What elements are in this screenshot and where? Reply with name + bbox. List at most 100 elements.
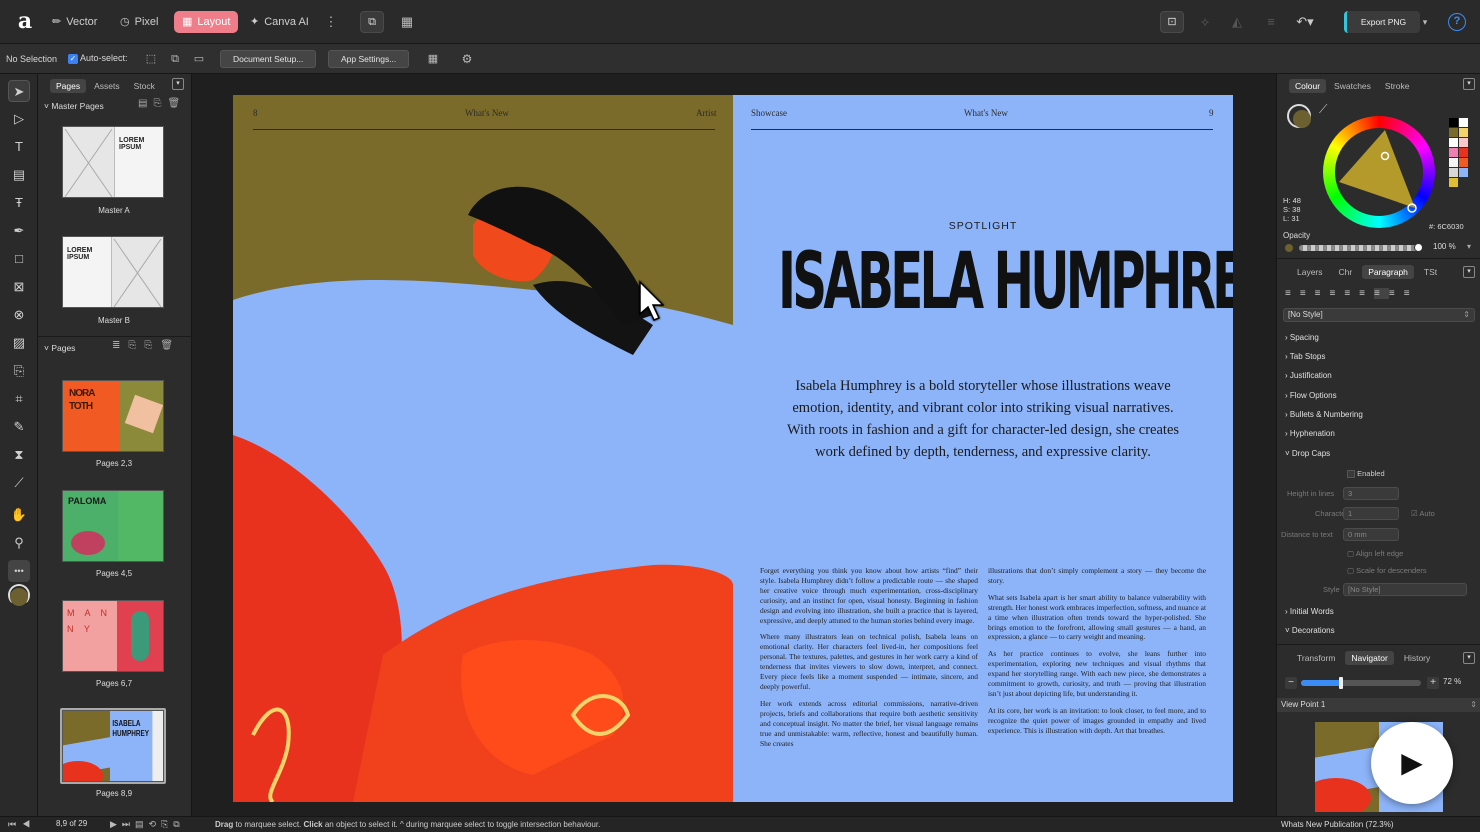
persona-canva-ai[interactable]: ✦ Canva AI <box>242 11 317 33</box>
tab-transform[interactable]: Transform <box>1291 651 1341 665</box>
section-initial-words[interactable]: › Initial Words <box>1285 607 1334 616</box>
picture-frame-icon[interactable]: ⊠ <box>8 276 30 298</box>
pencil-tool-icon[interactable]: ✎ <box>8 416 30 438</box>
drop-caps-enabled[interactable]: Enabled <box>1347 469 1385 479</box>
canvas[interactable]: 8 What's New Artist Showcase What's New … <box>192 74 1276 816</box>
place-image-icon[interactable]: ▨ <box>8 332 30 354</box>
tab-assets[interactable]: Assets <box>88 79 126 93</box>
more-icon[interactable]: ⋮ <box>320 11 342 33</box>
panel-menu-icon[interactable]: ▾ <box>172 78 184 90</box>
panel-menu-icon[interactable]: ▾ <box>1463 266 1475 278</box>
fill-tool-icon[interactable]: ⧗ <box>8 444 30 466</box>
zoom-value[interactable]: 72 % <box>1443 677 1461 686</box>
page-actions-icon[interactable]: ≣⎘⎘🗑 <box>112 340 181 351</box>
crop-tool-icon[interactable]: ⌗ <box>8 388 30 410</box>
section-decorations[interactable]: ˅ Decorations <box>1285 626 1335 635</box>
page-nav-forward-icons[interactable]: ▶⏭▤⟲⎘⧉ <box>110 819 185 830</box>
grid-settings-icon[interactable]: ▦ <box>422 48 444 70</box>
section-tab-stops[interactable]: › Tab Stops <box>1285 352 1325 361</box>
tab-history[interactable]: History <box>1398 651 1436 665</box>
tab-navigator[interactable]: Navigator <box>1345 651 1394 665</box>
hex-field[interactable]: #: 6C6030 <box>1429 222 1464 231</box>
auto-select-toggle[interactable]: ✓ Auto-select: <box>68 53 128 64</box>
table-tool-icon[interactable]: ▤ <box>8 164 30 186</box>
text-frame-tool-icon[interactable]: T <box>8 136 30 158</box>
zoom-tool-icon[interactable]: ⚲ <box>8 532 30 554</box>
master-b-thumbnail[interactable]: LOREM IPSUM <box>62 236 164 308</box>
page-thumbnail-8-9[interactable]: ISABELA HUMPHREY <box>62 710 164 782</box>
section-drop-caps[interactable]: ˅ Drop Caps <box>1285 449 1330 458</box>
characters-field[interactable]: 1 <box>1343 507 1399 520</box>
auto-checkbox[interactable]: ☑ Auto <box>1411 509 1435 518</box>
flip-icon[interactable]: ◭ <box>1226 11 1248 33</box>
align-icon[interactable]: ≡ <box>1260 11 1282 33</box>
right-page[interactable]: Showcase What's New 9 SPOTLIGHT ISABELA … <box>733 95 1233 802</box>
export-button[interactable]: Export PNG <box>1344 11 1420 33</box>
tab-stroke[interactable]: Stroke <box>1379 79 1416 93</box>
eyedropper-icon[interactable]: ⟋ <box>1319 102 1327 117</box>
section-spacing[interactable]: › Spacing <box>1285 333 1319 342</box>
master-actions-icon[interactable]: ▤⎘🗑 <box>138 98 186 109</box>
opacity-dropdown-icon[interactable]: ▾ <box>1467 242 1471 251</box>
zoom-in-icon[interactable]: + <box>1427 677 1439 689</box>
page-thumbnail-4-5[interactable]: PALOMA <box>62 490 164 562</box>
master-pages-header[interactable]: ˅ Master Pages <box>44 101 104 111</box>
group-select-icon[interactable]: ▭ <box>188 48 210 70</box>
tab-colour[interactable]: Colour <box>1289 79 1327 93</box>
pen-tool-icon[interactable]: ✒ <box>8 220 30 242</box>
pages-header[interactable]: ˅ Pages <box>44 343 75 353</box>
tab-character[interactable]: Chr <box>1333 265 1359 279</box>
tab-layers[interactable]: Layers <box>1291 265 1329 279</box>
section-justification[interactable]: › Justification <box>1285 371 1332 380</box>
tab-stock[interactable]: Stock <box>128 79 161 93</box>
distance-field[interactable]: 0 mm <box>1343 528 1399 541</box>
opacity-value[interactable]: 100 % <box>1433 242 1456 251</box>
preview-mode-icon[interactable]: ⊡ <box>1160 11 1184 33</box>
pages-tool-icon[interactable]: ⎘ <box>8 360 30 382</box>
align-left-edge-checkbox[interactable]: ▢ Align left edge <box>1347 549 1403 558</box>
tab-paragraph[interactable]: Paragraph <box>1362 265 1414 279</box>
opacity-slider[interactable] <box>1299 243 1423 252</box>
document-setup-button[interactable]: Document Setup... <box>220 50 317 68</box>
height-in-lines-field[interactable]: 3 <box>1343 487 1399 500</box>
section-bullets-numbering[interactable]: › Bullets & Numbering <box>1285 410 1363 419</box>
zoom-out-icon[interactable]: − <box>1285 677 1297 689</box>
more-tools-icon[interactable]: ••• <box>8 560 30 582</box>
panel-menu-icon[interactable]: ▾ <box>1463 652 1475 664</box>
colour-wheel[interactable] <box>1323 116 1435 228</box>
drop-style-select[interactable]: [No Style] <box>1343 583 1467 596</box>
app-settings-button[interactable]: App Settings... <box>328 50 410 68</box>
page-thumbnail-6-7[interactable]: M A N N Y <box>62 600 164 672</box>
persona-layout[interactable]: ▦ Layout <box>174 11 239 33</box>
grid-icon[interactable]: ▦ <box>396 11 418 33</box>
rectangle-tool-icon[interactable]: □ <box>8 248 30 270</box>
tab-swatches[interactable]: Swatches <box>1328 79 1377 93</box>
pointer-select-icon[interactable]: ⬚ <box>140 48 162 70</box>
undo-icon[interactable]: ↶▾ <box>1294 11 1316 33</box>
left-page[interactable]: 8 What's New Artist <box>233 95 733 802</box>
persona-vector[interactable]: ✏ Vector <box>44 11 105 33</box>
zoom-slider[interactable] <box>1301 677 1421 689</box>
master-a-thumbnail[interactable]: LOREM IPSUM <box>62 126 164 198</box>
export-dropdown-icon[interactable]: ▾ <box>1414 11 1436 33</box>
view-point-select[interactable]: View Point 1 ⇕ <box>1277 698 1480 712</box>
artistic-text-icon[interactable]: Ŧ <box>8 192 30 214</box>
page-nav-back-icons[interactable]: ⏮◀ <box>8 819 36 830</box>
help-icon[interactable]: ? <box>1448 13 1466 31</box>
page-thumbnail-2-3[interactable]: NORA TOTH <box>62 380 164 452</box>
fill-well[interactable] <box>1293 110 1311 128</box>
recent-swatches[interactable] <box>1449 118 1469 198</box>
panel-menu-icon[interactable]: ▾ <box>1463 78 1475 90</box>
section-flow-options[interactable]: › Flow Options <box>1285 391 1337 400</box>
section-hyphenation[interactable]: › Hyphenation <box>1285 429 1335 438</box>
paragraph-style-select[interactable]: [No Style] ⇕ <box>1283 308 1475 322</box>
persona-pixel[interactable]: ◷ Pixel <box>112 11 166 33</box>
fill-colour-swatch[interactable] <box>10 588 28 606</box>
hand-tool-icon[interactable]: ✋ <box>8 504 30 526</box>
play-icon[interactable]: ▶ <box>1371 722 1453 804</box>
text-frame-icon[interactable]: ⧉ <box>360 11 384 33</box>
layers-select-icon[interactable]: ⧉ <box>164 48 186 70</box>
node-tool-icon[interactable]: ▷ <box>8 108 30 130</box>
snapping-icon[interactable]: ⟡ <box>1194 11 1216 33</box>
eyedropper-tool-icon[interactable]: ⟋ <box>8 472 30 494</box>
